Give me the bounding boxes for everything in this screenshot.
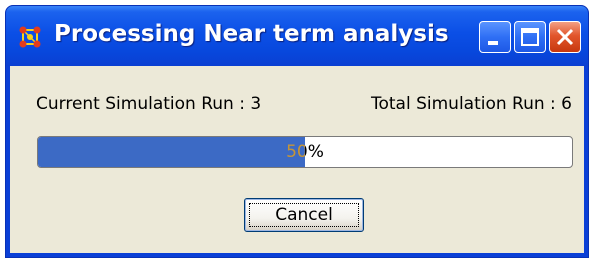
total-run-label: Total Simulation Run : 6 (370, 94, 572, 114)
maximize-icon (521, 28, 539, 46)
title-bar[interactable]: Processing Near term analysis (6, 6, 588, 66)
cancel-button-label: Cancel (275, 205, 333, 225)
progress-percent: 50% (286, 142, 324, 162)
minimize-icon (488, 41, 498, 45)
progress-dialog: Processing Near term analysis Current Si… (5, 5, 589, 258)
network-icon (19, 26, 41, 48)
cancel-button[interactable]: Cancel (244, 198, 364, 232)
close-icon (556, 28, 574, 46)
minimize-button[interactable] (479, 21, 511, 53)
close-button[interactable] (549, 21, 581, 53)
maximize-button[interactable] (514, 21, 546, 53)
progress-bar: 50% (37, 136, 573, 168)
dialog-body: Current Simulation Run : 3 Total Simulat… (10, 66, 584, 253)
current-run-label: Current Simulation Run : 3 (36, 94, 262, 114)
window-title: Processing Near term analysis (54, 21, 449, 47)
